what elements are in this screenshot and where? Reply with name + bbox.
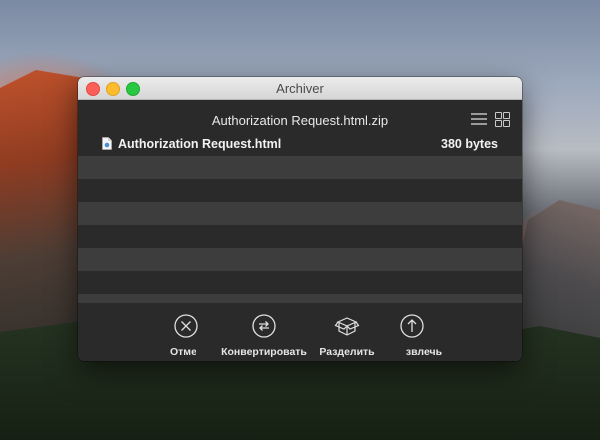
empty-row [78, 271, 522, 294]
file-list: Authorization Request.html 380 bytes [78, 133, 522, 303]
grid-view-icon[interactable] [495, 112, 510, 127]
archive-name: Authorization Request.html.zip [211, 113, 389, 128]
file-size: 380 bytes [441, 137, 498, 151]
empty-row [78, 248, 522, 271]
title-bar[interactable]: Archiver [78, 77, 522, 100]
convert-label: Конвертировать [221, 346, 307, 358]
extract-icon [400, 314, 424, 338]
empty-row [78, 294, 522, 303]
empty-row [78, 202, 522, 225]
empty-row [78, 156, 522, 179]
empty-row [78, 225, 522, 248]
extract-button[interactable]: звлечь [372, 313, 452, 359]
convert-button[interactable]: Конвертировать [221, 313, 307, 359]
archiver-window: Archiver Authorization Request.html.zip … [78, 77, 522, 361]
window-title: Archiver [276, 81, 324, 96]
convert-icon [252, 314, 276, 338]
cancel-icon [174, 314, 198, 338]
extract-label: звлечь [405, 346, 443, 358]
list-item[interactable]: Authorization Request.html 380 bytes [78, 133, 522, 156]
cancel-label: Отмен [170, 346, 196, 358]
empty-row [78, 179, 522, 202]
action-toolbar: Отмен Конвертировать Разделить [78, 303, 522, 361]
html-file-icon [102, 137, 112, 150]
list-view-icon[interactable] [471, 112, 487, 126]
file-name: Authorization Request.html [118, 137, 282, 151]
split-box-icon [334, 317, 360, 336]
